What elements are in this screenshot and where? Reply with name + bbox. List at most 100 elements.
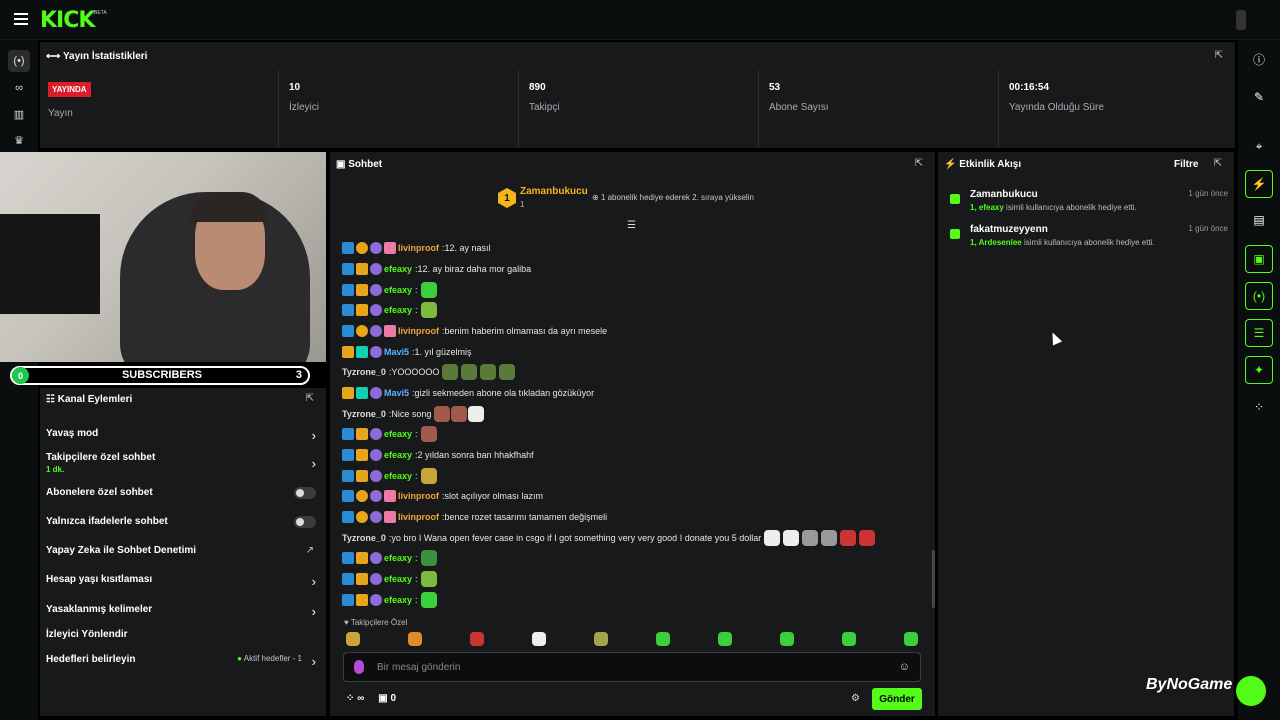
mic-icon[interactable] (354, 660, 364, 674)
wrench-icon[interactable]: ✦ (1245, 356, 1273, 384)
activity-user[interactable]: fakatmuzeyyenn (970, 224, 1048, 235)
ai-moderation-row[interactable]: Yapay Zeka ile Sohbet Denetimi ↗ (46, 545, 322, 556)
emote[interactable] (780, 632, 794, 646)
stat-label: Yayında Olduğu Süre (1009, 102, 1104, 113)
chat-input[interactable]: Bir mesaj gönderin ☺ (343, 652, 921, 682)
channel-actions-panel: ☷ Kanal Eylemleri ⇱ Yavaş mod › Takipçile… (40, 388, 326, 716)
emote[interactable] (532, 632, 546, 646)
live-badge: YAYINDA (48, 82, 91, 97)
popout-icon[interactable]: ⇱ (915, 158, 923, 169)
banned-words-row[interactable]: Yasaklanmış kelimeler › (46, 604, 322, 619)
send-button[interactable]: Gönder (872, 688, 922, 710)
stat-viewers: 10 İzleyici (278, 70, 518, 148)
emotes-only-toggle[interactable] (294, 516, 316, 528)
emote[interactable] (842, 632, 856, 646)
mod-icon[interactable]: ☰ (1245, 319, 1273, 347)
popout-icon[interactable]: ⇱ (1214, 158, 1222, 169)
external-link-icon: ↗ (305, 545, 314, 556)
chevron-right-icon: › (311, 604, 316, 619)
stat-label: Abone Sayısı (769, 102, 829, 113)
users-icon[interactable]: ⁘ (1245, 393, 1273, 421)
emote[interactable] (656, 632, 670, 646)
activity-time: 1 gün önce (1188, 189, 1228, 198)
emote[interactable] (408, 632, 422, 646)
collapse-pinned-icon[interactable]: ☰ (627, 220, 636, 231)
chat-message: efeaxy: (342, 592, 437, 608)
chat-message: livinproof: slot açılıyor olması lazım (342, 488, 543, 504)
activity-feed-panel: ⚡ Etkinlik Akışı Filtre ⇱ Zamanbukucu 1 … (938, 152, 1234, 716)
top-bar: KICK BETA (0, 0, 1280, 40)
chat-message: efeaxy: (342, 550, 437, 566)
broadcast-icon[interactable]: (•) (1245, 282, 1273, 310)
activity-user[interactable]: Zamanbukucu (970, 189, 1038, 200)
chat-message: efeaxy: 12. ay biraz daha mor galiba (342, 261, 531, 277)
emote[interactable] (718, 632, 732, 646)
active-goals: ● Aktif hedefler - 1 (237, 654, 302, 663)
subscribers-goal-bar: 0 SUBSCRIBERS 3 (10, 366, 310, 385)
host-row[interactable]: İzleyici Yönlendir (46, 629, 322, 640)
stat-value: 10 (289, 82, 301, 93)
chat-scrollbar[interactable] (932, 550, 935, 608)
hamburger-menu-icon[interactable] (14, 13, 28, 28)
gift-icon (950, 229, 960, 239)
chat-message: Mavi5: 1. yıl güzelmiş (342, 344, 472, 360)
chevron-right-icon: › (311, 654, 316, 669)
account-age-row[interactable]: Hesap yaşı kısıtlaması › (46, 574, 322, 589)
emote-bar (344, 632, 924, 648)
popout-icon[interactable]: ⇱ (1215, 50, 1223, 61)
kick-logo[interactable]: KICK (40, 8, 95, 33)
activity-detail: 1, Ardesenlee isimli kullanıcıya aboneli… (970, 238, 1155, 247)
slow-mode-row[interactable]: Yavaş mod › (46, 428, 322, 443)
chat-icon[interactable]: ▣ (1245, 245, 1273, 273)
activity-detail: 1, efeaxy isimli kullanıcıya abonelik he… (970, 203, 1137, 212)
stat-uptime: 00:16:54 Yayında Olduğu Süre (998, 70, 1235, 148)
followers-only-emotes-label: ♥ Takipçilere Özel (344, 618, 408, 627)
gift-icon (950, 194, 960, 204)
stream-stats-panel: ⟷ Yayın İstatistikleri ⇱ YAYINDA Yayın 1… (40, 42, 1235, 148)
pinned-username[interactable]: Zamanbukucu (520, 186, 588, 197)
gear-icon[interactable]: ⚙ (851, 693, 860, 704)
chat-input-placeholder: Bir mesaj gönderin (377, 662, 461, 673)
activity-time: 1 gün önce (1188, 224, 1228, 233)
link-icon[interactable]: ∞ (8, 77, 30, 99)
pinned-gift-count: 1 (520, 200, 525, 209)
user-avatar[interactable] (1236, 10, 1246, 30)
followers-only-row[interactable]: Takipçilere özel sohbet 1 dk. › (46, 452, 322, 474)
pencil-icon[interactable]: ✎ (1245, 83, 1273, 111)
stat-live: YAYINDA Yayın (40, 70, 278, 148)
emote[interactable] (346, 632, 360, 646)
goal-target: 3 (295, 369, 302, 381)
gift-count: 0 (390, 693, 396, 704)
broadcast-icon[interactable]: (•) (8, 50, 30, 72)
filter-button[interactable]: Filtre (1174, 159, 1198, 170)
emote[interactable] (470, 632, 484, 646)
chat-message: efeaxy: (342, 302, 437, 318)
chat-message: livinproof: bence rozet tasarımı tamamen… (342, 509, 607, 525)
emotes-only-row: Yalnızca ifadelerle sohbet (46, 516, 322, 528)
lightning-icon[interactable]: ⚡ (1245, 170, 1273, 198)
info-icon[interactable]: ⓘ (1245, 45, 1273, 73)
chart-icon[interactable]: ▥ (8, 103, 30, 125)
subscribers-only-toggle[interactable] (294, 487, 316, 499)
goals-row[interactable]: Hedefleri belirleyin ● Aktif hedefler - 1… (46, 654, 322, 669)
chat-message: efeaxy: 2 yıldan sonra ban hhakfhahf (342, 447, 534, 463)
stats-title: ⟷ Yayın İstatistikleri (46, 51, 148, 62)
chat-message: efeaxy: (342, 282, 437, 298)
emote[interactable] (594, 632, 608, 646)
focus-icon[interactable]: ⌖ (1245, 132, 1273, 160)
chat-message: Tyzrone_0: YOOOOOO (342, 364, 516, 380)
trophy-icon[interactable]: ♛ (8, 129, 30, 151)
activity-title: ⚡ Etkinlik Akışı (944, 159, 1022, 170)
chat-message: livinproof: benim haberim olmaması da ay… (342, 323, 607, 339)
chat-message: Tyzrone_0: yo bro I Wana open fever case… (342, 530, 876, 546)
chat-panel: ▣ Sohbet ⇱ 1 Zamanbukucu 1 ⊕ 1 abonelik … (330, 152, 935, 716)
right-nav: ⓘ ✎ ⌖ ⚡ ▤ ▣ (•) ☰ ✦ ⁘ (1238, 40, 1280, 720)
stat-label: İzleyici (289, 102, 320, 113)
emoji-icon[interactable]: ☺ (899, 661, 910, 673)
gift-rank-badge: 1 (498, 188, 516, 208)
popout-icon[interactable]: ⇱ (306, 393, 314, 404)
clipboard-icon[interactable]: ▤ (1245, 206, 1273, 234)
stat-subscribers: 53 Abone Sayısı (758, 70, 998, 148)
emote[interactable] (904, 632, 918, 646)
stat-label: Takipçi (529, 102, 560, 113)
